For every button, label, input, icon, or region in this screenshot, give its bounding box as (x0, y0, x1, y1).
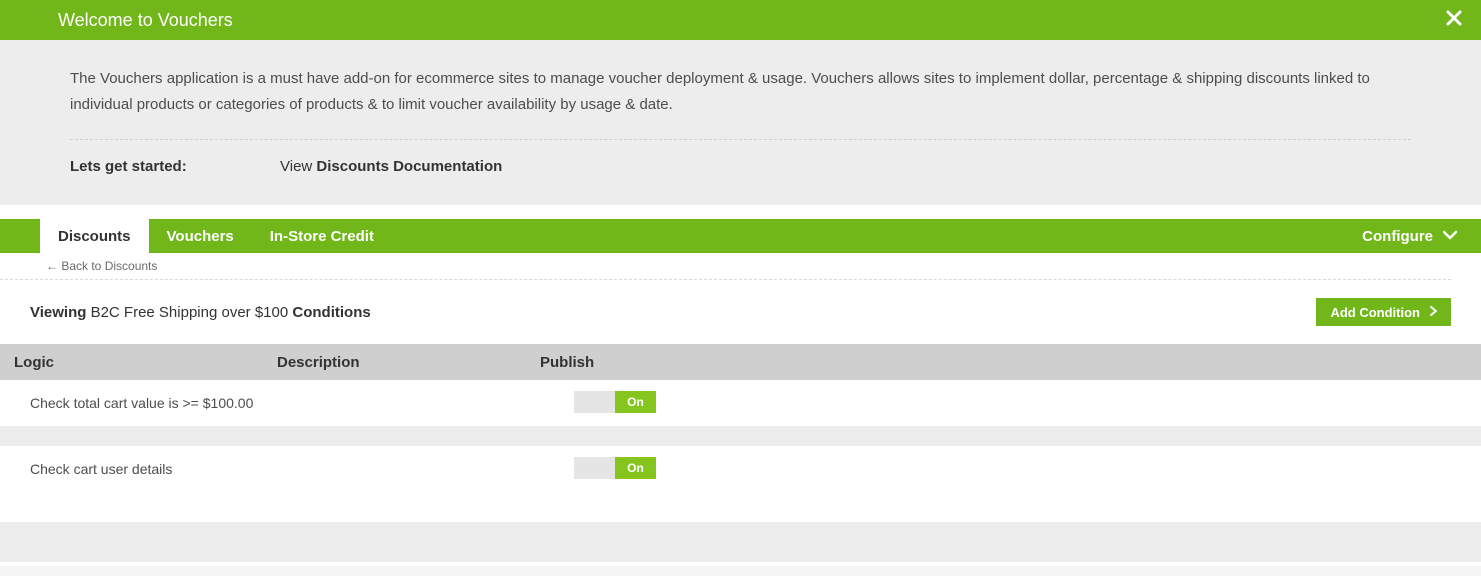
welcome-body: The Vouchers application is a must have … (0, 40, 1481, 205)
welcome-get-started: Lets get started: View Discounts Documen… (70, 140, 1411, 175)
documentation-link[interactable]: View Discounts Documentation (280, 158, 502, 175)
welcome-title: Welcome to Vouchers (58, 10, 233, 31)
footer-bar (0, 522, 1481, 562)
row-publish: On (530, 391, 1481, 416)
chevron-down-icon (1443, 227, 1457, 244)
configure-label: Configure (1362, 228, 1433, 245)
toggle-off-side (574, 457, 615, 479)
configure-dropdown[interactable]: Configure (1338, 219, 1481, 253)
viewing-name: B2C Free Shipping over $100 (86, 304, 292, 321)
doc-link-text: Discounts Documentation (316, 158, 502, 175)
welcome-header: Welcome to Vouchers (0, 0, 1481, 40)
viewing-prefix: Viewing (30, 304, 86, 321)
viewing-text: Viewing B2C Free Shipping over $100 Cond… (30, 304, 371, 321)
bottom-edge (0, 566, 1481, 576)
welcome-intro-text: The Vouchers application is a must have … (70, 66, 1411, 140)
tab-discounts-label: Discounts (58, 228, 131, 245)
back-link-text: ← Back to Discounts (46, 259, 157, 273)
tab-vouchers-label: Vouchers (167, 228, 234, 245)
tab-vouchers[interactable]: Vouchers (149, 219, 252, 253)
add-condition-button[interactable]: Add Condition (1316, 298, 1451, 326)
back-to-discounts-link[interactable]: ← Back to Discounts (0, 253, 1451, 280)
tab-discounts[interactable]: Discounts (40, 219, 149, 253)
close-icon[interactable] (1445, 9, 1463, 31)
tab-instore-credit-label: In-Store Credit (270, 228, 374, 245)
viewing-row: Viewing B2C Free Shipping over $100 Cond… (0, 280, 1481, 344)
col-header-publish: Publish (530, 354, 1481, 371)
col-header-description: Description (267, 354, 530, 371)
tabbar: Discounts Vouchers In-Store Credit Confi… (0, 219, 1481, 253)
publish-toggle[interactable]: On (574, 391, 656, 413)
row-publish: On (530, 457, 1481, 482)
row-logic: Check total cart value is >= $100.00 (0, 395, 267, 411)
viewing-suffix: Conditions (292, 304, 370, 321)
table-row[interactable]: Check cart user details On (0, 446, 1481, 492)
table-header: Logic Description Publish (0, 344, 1481, 380)
toggle-on-side: On (615, 457, 656, 479)
lets-get-started-label: Lets get started: (70, 158, 280, 175)
chevron-right-icon (1430, 306, 1437, 319)
view-prefix: View (280, 158, 316, 175)
tab-instore-credit[interactable]: In-Store Credit (252, 219, 392, 253)
table-row[interactable]: Check total cart value is >= $100.00 On (0, 380, 1481, 426)
publish-toggle[interactable]: On (574, 457, 656, 479)
row-logic: Check cart user details (0, 461, 267, 477)
toggle-on-side: On (615, 391, 656, 413)
col-header-logic: Logic (0, 354, 267, 371)
add-condition-label: Add Condition (1330, 305, 1420, 320)
toggle-off-side (574, 391, 615, 413)
